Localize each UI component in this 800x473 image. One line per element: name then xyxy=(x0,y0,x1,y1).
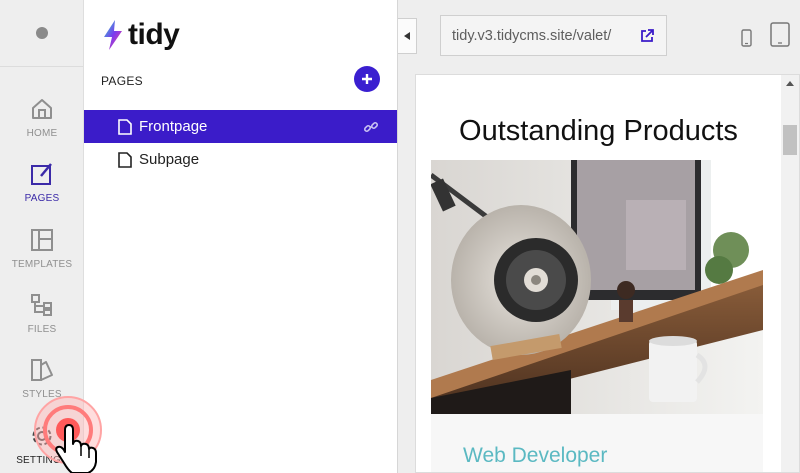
rail-label-files: FILES xyxy=(27,324,57,335)
pages-icon xyxy=(31,163,52,185)
url-bar[interactable]: tidy.v3.tidycms.site/valet/ xyxy=(440,15,667,56)
tablet-view-icon[interactable] xyxy=(770,22,790,47)
scroll-up-arrow[interactable] xyxy=(786,81,794,86)
workspace-photo-svg xyxy=(431,160,763,414)
link-icon[interactable] xyxy=(363,119,379,135)
rail-label-pages: PAGES xyxy=(24,193,60,204)
preview-heading: Outstanding Products xyxy=(459,115,738,147)
preview-area: tidy.v3.tidycms.site/valet/ Outstanding … xyxy=(398,0,800,473)
rail-item-pages[interactable]: PAGES xyxy=(0,161,84,221)
files-icon xyxy=(31,294,52,316)
home-icon xyxy=(32,99,52,119)
rail-label-home: HOME xyxy=(26,128,58,139)
collapse-panel-button[interactable] xyxy=(398,18,417,54)
preview-frame: Outstanding Products Web Developer xyxy=(415,74,800,473)
add-page-button[interactable] xyxy=(354,66,380,92)
page-icon xyxy=(118,118,132,135)
rail-label-settings: SETTINGS xyxy=(16,455,68,466)
page-icon xyxy=(118,151,132,168)
preview-scrollbar[interactable] xyxy=(781,75,799,472)
card-title: Web Developer xyxy=(463,444,608,467)
page-item-label: Subpage xyxy=(139,151,200,168)
rail-top xyxy=(0,0,83,67)
rail-item-templates[interactable]: TEMPLATES xyxy=(0,227,84,287)
rail-item-styles[interactable]: STYLES xyxy=(0,357,84,417)
card: Web Developer xyxy=(431,414,763,472)
workspace-photo xyxy=(431,160,763,414)
lightning-logo-icon xyxy=(104,20,122,50)
icon-rail: HOME PAGES TEMPLATES FILES STYLES SETTIN… xyxy=(0,0,84,473)
logo: tidy xyxy=(102,18,180,52)
rail-label-templates: TEMPLATES xyxy=(11,259,73,270)
logo-text: tidy xyxy=(128,18,180,51)
pages-panel: tidy PAGES Frontpage Subpage xyxy=(84,0,398,473)
chevron-left-icon xyxy=(404,32,410,40)
pages-heading: PAGES xyxy=(101,74,143,88)
page-item-frontpage[interactable]: Frontpage xyxy=(84,110,397,143)
page-item-subpage[interactable]: Subpage xyxy=(84,143,397,176)
page-item-label: Frontpage xyxy=(139,118,208,135)
templates-icon xyxy=(31,229,53,251)
rail-item-files[interactable]: FILES xyxy=(0,292,84,352)
status-dot xyxy=(35,27,48,39)
rail-item-settings[interactable]: SETTINGS xyxy=(0,423,84,473)
scrollbar-thumb[interactable] xyxy=(783,125,797,155)
external-link-icon[interactable] xyxy=(639,28,655,44)
gear-icon xyxy=(32,426,52,446)
styles-icon xyxy=(31,359,53,381)
rail-item-home[interactable]: HOME xyxy=(0,96,84,156)
rail-label-styles: STYLES xyxy=(22,389,62,400)
url-text: tidy.v3.tidycms.site/valet/ xyxy=(452,27,612,44)
phone-view-icon[interactable] xyxy=(741,29,752,47)
plus-icon xyxy=(362,74,372,84)
